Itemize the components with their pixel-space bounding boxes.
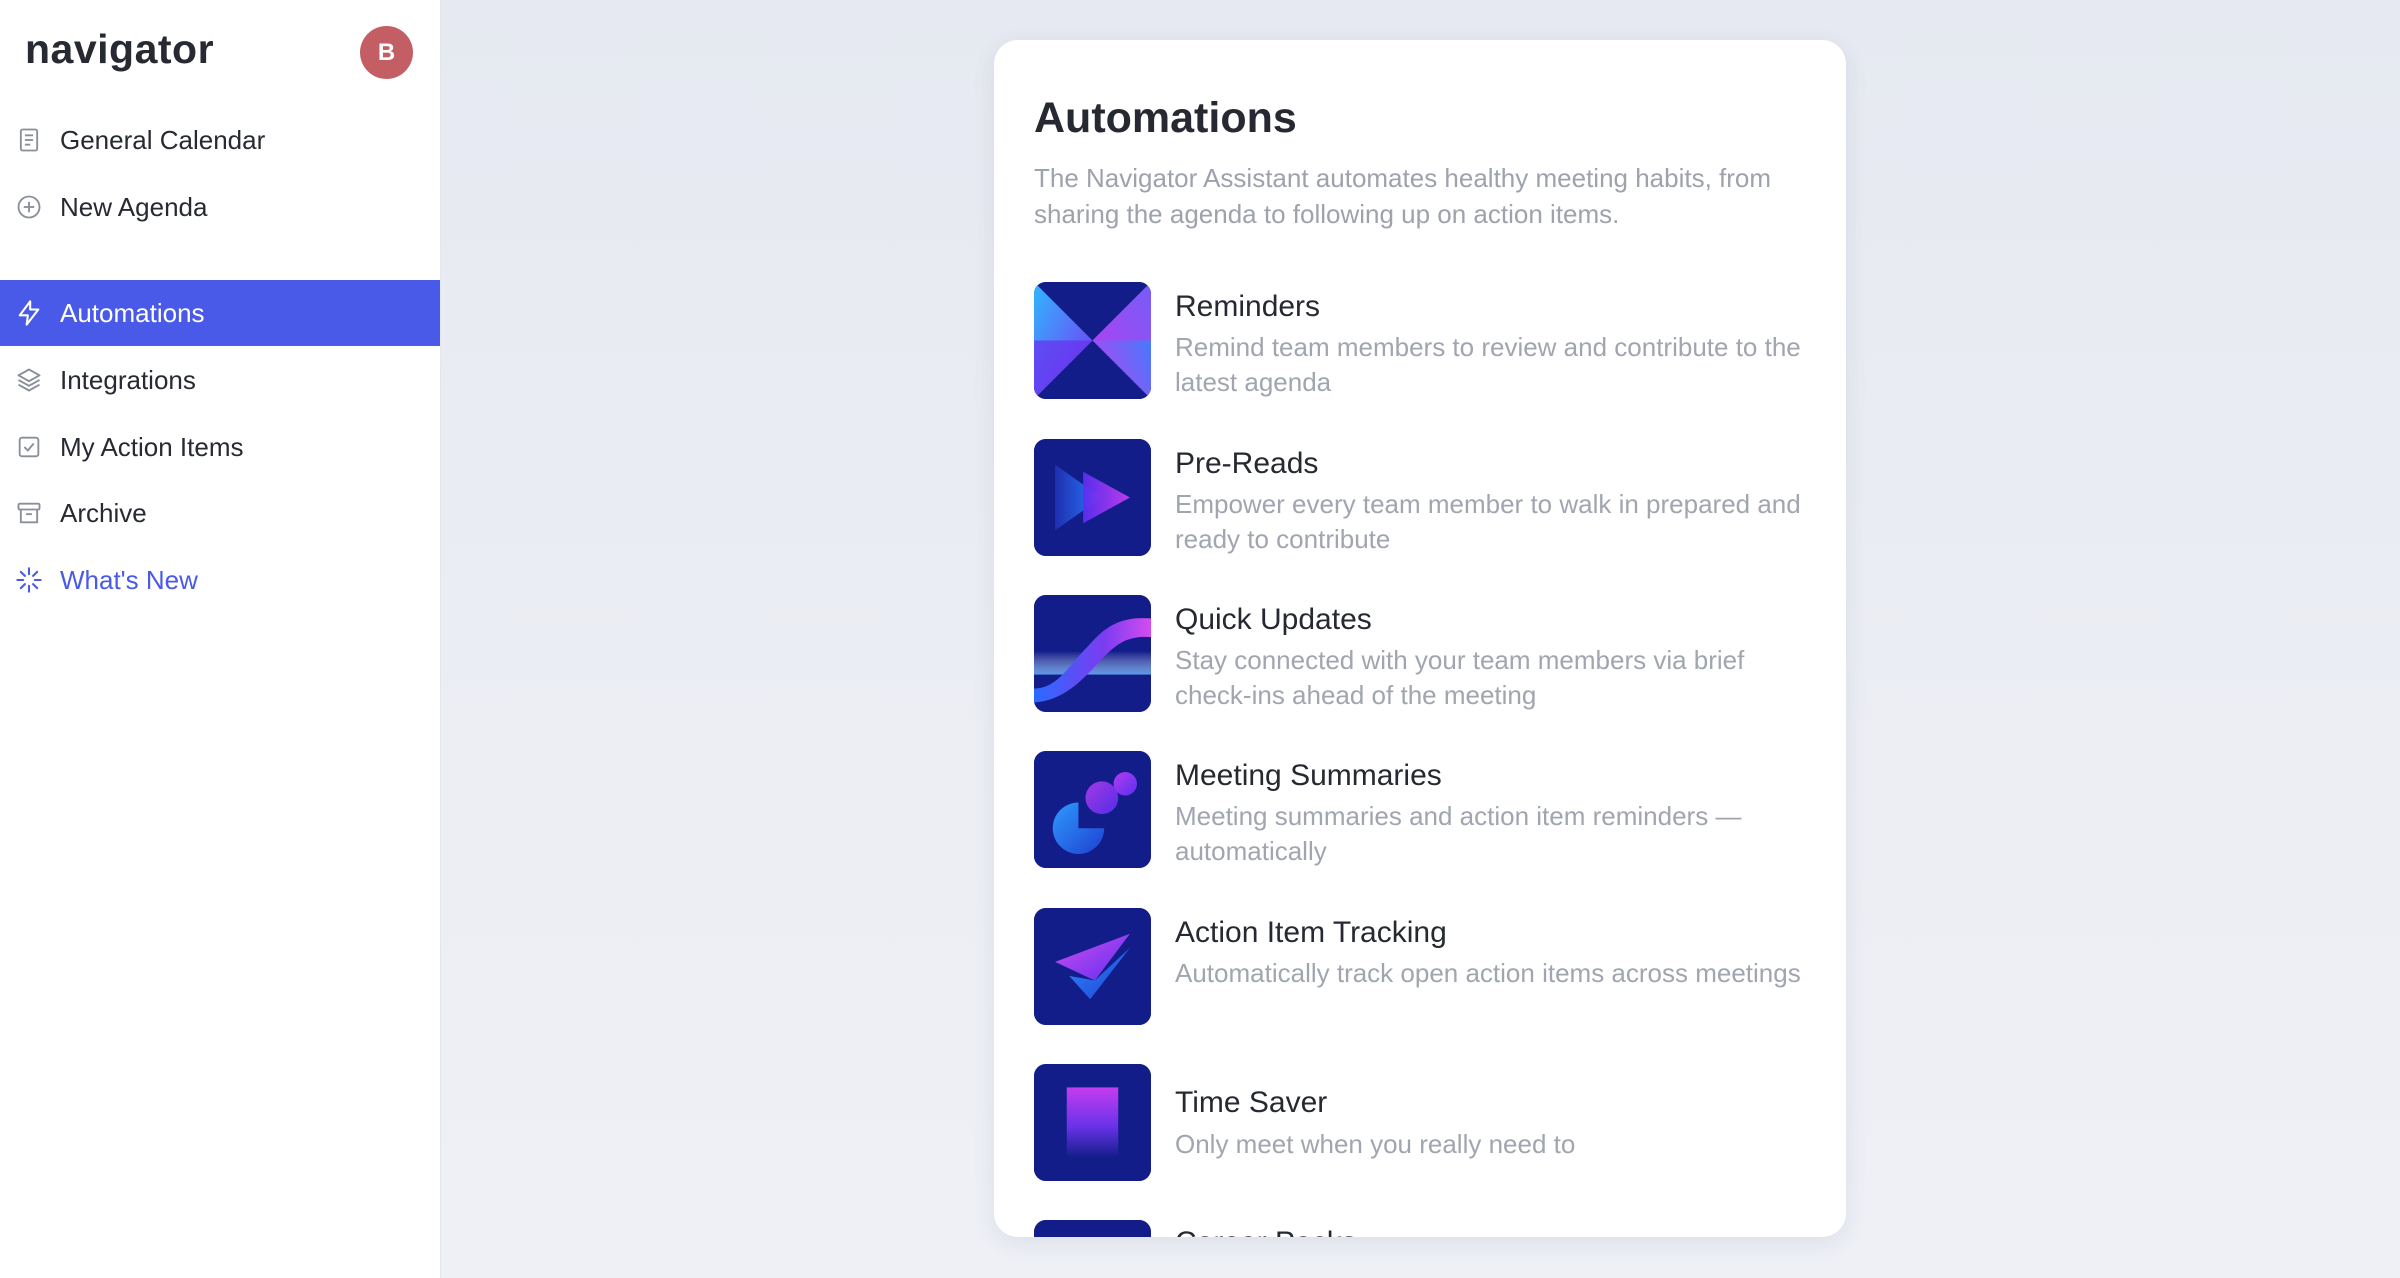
pre-reads-icon [1034,439,1151,556]
sidebar-item-label: My Action Items [60,431,244,462]
sidebar: navigator B General Calendar New Agenda … [0,0,441,1278]
sidebar-item-whats-new[interactable]: What's New [0,547,440,613]
sidebar-item-label: Automations [60,297,205,328]
automation-item-pre-reads[interactable]: Pre-Reads Empower every team member to w… [1034,439,1814,557]
app-logo[interactable]: navigator [25,26,214,73]
automation-description: Automatically track open action items ac… [1175,958,1801,988]
meeting-summaries-icon [1034,751,1151,868]
sparkle-icon [14,565,44,595]
automation-item-quick-updates[interactable]: Quick Updates Stay connected with your t… [1034,595,1814,713]
page-subtitle: The Navigator Assistant automates health… [1034,163,1772,229]
sidebar-item-label: General Calendar [60,124,266,155]
automation-item-reminders[interactable]: Reminders Remind team members to review … [1034,282,1814,400]
sidebar-item-integrations[interactable]: Integrations [0,347,440,413]
sidebar-item-general-calendar[interactable]: General Calendar [0,107,440,173]
automation-name: Reminders [1175,290,1321,323]
sidebar-item-my-action-items[interactable]: My Action Items [0,414,440,480]
reminders-icon [1034,282,1151,399]
checkbox-icon [14,432,44,462]
automation-description: Only meet when you really need to [1175,1129,1576,1159]
sidebar-item-label: Integrations [60,364,196,395]
sidebar-item-automations[interactable]: Automations [0,280,440,346]
archive-icon [14,498,44,528]
sidebar-item-new-agenda[interactable]: New Agenda [0,174,440,240]
document-icon [14,125,44,155]
automation-description: Remind team members to review and contri… [1175,332,1801,397]
plus-circle-icon [14,192,44,222]
automation-name: Quick Updates [1175,603,1372,636]
sidebar-item-label: Archive [60,497,147,528]
quick-updates-icon [1034,595,1151,712]
layers-icon [14,365,44,395]
automation-description: Meeting summaries and action item remind… [1175,801,1742,866]
automation-name: Meeting Summaries [1175,759,1442,792]
time-saver-icon [1034,1064,1151,1181]
sidebar-item-archive[interactable]: Archive [0,480,440,546]
page-title: Automations [1034,94,1297,142]
automation-description: Empower every team member to walk in pre… [1175,489,1801,554]
automation-item-time-saver[interactable]: Time Saver Only meet when you really nee… [1034,1064,1814,1182]
automations-card: Automations The Navigator Assistant auto… [994,40,1846,1237]
automation-name: Pre-Reads [1175,447,1319,480]
sidebar-item-label: What's New [60,564,198,595]
automation-item-career-packs[interactable]: Career Packs [1034,1220,1814,1237]
action-tracking-icon [1034,908,1151,1025]
lightning-icon [14,298,44,328]
automation-name: Time Saver [1175,1086,1328,1119]
automation-item-action-item-tracking[interactable]: Action Item Tracking Automatically track… [1034,908,1814,1026]
automation-item-meeting-summaries[interactable]: Meeting Summaries Meeting summaries and … [1034,751,1814,869]
user-avatar[interactable]: B [360,26,413,79]
automation-name: Action Item Tracking [1175,916,1447,949]
automation-name: Career Packs [1175,1226,1357,1237]
automation-description: Stay connected with your team members vi… [1175,645,1745,710]
sidebar-item-label: New Agenda [60,191,208,222]
career-packs-icon [1034,1220,1151,1237]
